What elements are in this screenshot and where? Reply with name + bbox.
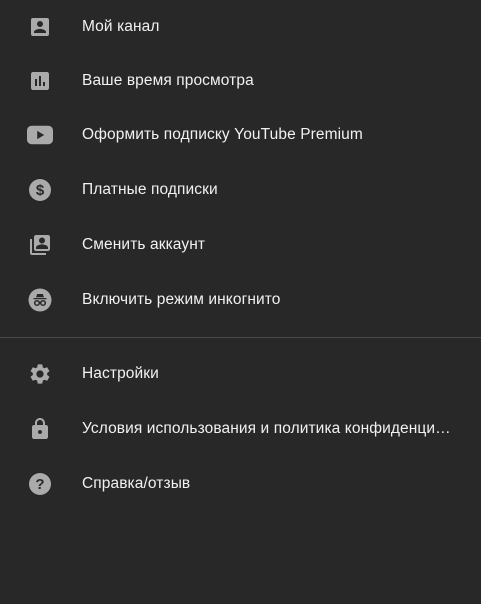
menu-item-label: Сменить аккаунт <box>82 236 206 253</box>
switch-account-icon <box>27 232 53 258</box>
menu-item-help-feedback[interactable]: ? Справка/отзыв <box>0 457 481 511</box>
menu-item-settings[interactable]: Настройки <box>0 347 481 401</box>
gear-icon <box>27 361 53 387</box>
menu-item-label: Мой канал <box>82 18 160 35</box>
help-circle-icon: ? <box>27 471 53 497</box>
svg-text:?: ? <box>35 476 44 493</box>
account-box-icon <box>27 14 53 40</box>
menu-item-label: Ваше время просмотра <box>82 72 254 89</box>
menu-item-incognito[interactable]: Включить режим инкогнито <box>0 273 481 327</box>
svg-text:$: $ <box>36 182 45 199</box>
incognito-icon <box>27 287 53 313</box>
menu-item-paid-subscriptions[interactable]: $ Платные подписки <box>0 163 481 217</box>
menu-item-label: Оформить подписку YouTube Premium <box>82 126 363 143</box>
lock-icon <box>27 416 53 442</box>
menu-item-label: Условия использования и политика конфиде… <box>82 420 451 437</box>
bar-chart-icon <box>27 68 53 94</box>
menu-item-label: Настройки <box>82 365 159 382</box>
menu-item-youtube-premium[interactable]: Оформить подписку YouTube Premium <box>0 108 481 162</box>
dollar-circle-icon: $ <box>27 177 53 203</box>
menu-item-watch-time[interactable]: Ваше время просмотра <box>0 54 481 108</box>
menu-item-terms-privacy[interactable]: Условия использования и политика конфиде… <box>0 402 481 456</box>
youtube-play-icon <box>27 122 53 148</box>
menu-item-switch-account[interactable]: Сменить аккаунт <box>0 218 481 272</box>
account-menu: Мой канал Ваше время просмотра Оформить … <box>0 0 481 604</box>
menu-divider <box>0 337 481 338</box>
menu-item-label: Платные подписки <box>82 181 218 198</box>
menu-item-my-channel[interactable]: Мой канал <box>0 0 481 54</box>
menu-item-label: Включить режим инкогнито <box>82 291 281 308</box>
menu-item-label: Справка/отзыв <box>82 475 191 492</box>
